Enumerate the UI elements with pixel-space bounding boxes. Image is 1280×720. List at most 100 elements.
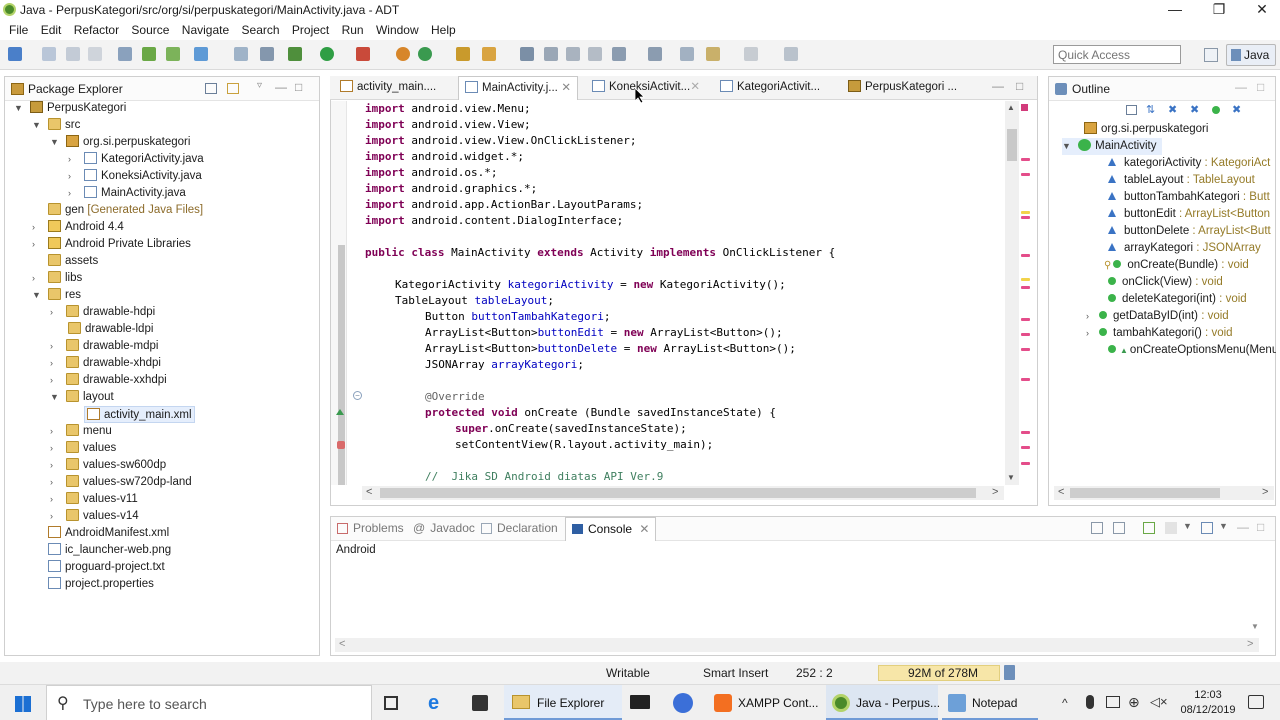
save-icon[interactable] — [42, 47, 56, 61]
maximize-button[interactable]: ❐ — [1197, 0, 1241, 20]
menu-run[interactable]: Run — [342, 20, 364, 40]
overview-marker[interactable] — [1021, 173, 1030, 176]
tree-item-drawable-xhdpi[interactable]: › drawable-xhdpi — [50, 355, 161, 372]
tree-item-proguard[interactable]: proguard-project.txt — [48, 559, 165, 576]
overview-marker[interactable] — [1021, 254, 1030, 257]
tree-item-libs[interactable]: › libs — [32, 270, 82, 287]
task-icon[interactable] — [194, 47, 208, 61]
console-horizontal-scrollbar[interactable]: < > — [335, 638, 1259, 652]
overview-marker[interactable] — [1021, 158, 1030, 161]
tree-item-package[interactable]: ▼ org.si.perpuskategori — [50, 134, 190, 151]
last-edit-icon[interactable] — [680, 47, 694, 61]
editor-vertical-scrollbar[interactable]: ▲ ▼ — [1005, 101, 1019, 485]
expand-icon[interactable]: › — [1086, 311, 1089, 321]
expand-icon[interactable]: › — [50, 440, 60, 457]
overview-marker[interactable] — [1021, 286, 1030, 289]
tree-item-project-properties[interactable]: project.properties — [48, 576, 154, 593]
tree-item-values-sw720dp[interactable]: › values-sw720dp-land — [50, 474, 192, 491]
expand-icon[interactable]: › — [50, 338, 60, 355]
show-whitespace-icon[interactable] — [588, 47, 602, 61]
tab-kategori-activity[interactable]: KategoriActivit... — [714, 76, 834, 100]
tree-item-manifest[interactable]: AndroidManifest.xml — [48, 525, 169, 542]
collapse-all-icon[interactable] — [1126, 105, 1137, 115]
print-icon[interactable] — [88, 47, 102, 61]
minimize-view-icon[interactable]: — — [1237, 520, 1249, 534]
edge-icon[interactable]: e — [428, 692, 439, 715]
mark-occurrences-icon[interactable] — [520, 47, 534, 61]
network-icon[interactable]: ⊕ — [1128, 694, 1140, 711]
expand-icon[interactable]: ▼ — [50, 134, 60, 151]
editor-hscroll-thumb[interactable] — [380, 488, 976, 498]
scroll-left-icon[interactable]: < — [366, 486, 372, 498]
tree-item-private-libs[interactable]: › Android Private Libraries — [32, 236, 191, 253]
code-field-array[interactable]: JSONArray arrayKategori; — [425, 357, 584, 373]
taskbar-xampp[interactable]: XAMPP Cont... — [708, 685, 822, 720]
maximize-view-icon[interactable]: □ — [1257, 520, 1264, 534]
error-overview-icon[interactable] — [1021, 104, 1028, 111]
minimize-editor-icon[interactable]: — — [992, 79, 1004, 93]
tree-item-drawable-mdpi[interactable]: › drawable-mdpi — [50, 338, 158, 355]
forward-icon[interactable] — [744, 47, 758, 61]
overview-marker[interactable] — [1021, 216, 1030, 219]
expand-icon[interactable]: › — [32, 236, 42, 253]
toggle-icon[interactable] — [234, 47, 248, 61]
outline-member[interactable]: › tambahKategori() : void — [1086, 325, 1233, 342]
expand-icon[interactable]: › — [50, 508, 60, 525]
view-menu-icon[interactable]: ▿ — [257, 80, 262, 91]
outline-package[interactable]: org.si.perpuskategori — [1084, 121, 1208, 138]
hide-nonpublic-icon[interactable] — [1212, 106, 1220, 114]
outline-member[interactable]: arrayKategori : JSONArray — [1108, 240, 1261, 257]
tab-console[interactable]: Console ✕ — [565, 517, 657, 541]
expand-icon[interactable]: › — [68, 185, 78, 202]
close-button[interactable]: ✕ — [1240, 0, 1280, 20]
app-icon[interactable] — [673, 693, 693, 713]
expand-icon[interactable]: › — [50, 355, 60, 372]
taskbar-notepad[interactable]: Notepad — [942, 685, 1038, 720]
tab-activity-main[interactable]: activity_main.... — [334, 76, 458, 100]
code-field-table[interactable]: TableLayout tableLayout; — [395, 293, 554, 309]
block-selection-icon[interactable] — [544, 47, 558, 61]
outline-member[interactable]: kategoriActivity : KategoriAct — [1108, 155, 1270, 172]
expand-icon[interactable]: › — [32, 270, 42, 287]
overview-marker[interactable] — [1021, 348, 1030, 351]
maximize-view-icon[interactable]: □ — [295, 80, 302, 94]
link-editor-icon[interactable] — [227, 83, 239, 94]
outline-member[interactable]: ⚲ onCreate(Bundle) : void — [1104, 257, 1249, 274]
code-field-kategori[interactable]: KategoriActivity kategoriActivity = new … — [395, 277, 786, 293]
scroll-right-icon[interactable]: > — [992, 486, 998, 498]
code-field-button[interactable]: Button buttonTambahKategori; — [425, 309, 610, 325]
lint-icon[interactable] — [166, 47, 180, 61]
search-icon[interactable] — [482, 47, 496, 61]
menu-refactor[interactable]: Refactor — [74, 20, 119, 40]
tray-chevron-icon[interactable]: ^ — [1062, 696, 1068, 710]
expand-icon[interactable]: ▼ — [32, 117, 42, 134]
sort-icon[interactable]: ⇅ — [1146, 103, 1155, 116]
sdk-icon[interactable] — [118, 47, 132, 61]
expand-icon[interactable]: ▼ — [1062, 141, 1071, 151]
taskbar-search[interactable]: ⚲ Type here to search — [46, 685, 372, 720]
expand-icon[interactable]: › — [50, 372, 60, 389]
outline-class[interactable]: ▼ MainActivity — [1062, 138, 1163, 155]
expand-icon[interactable]: ▼ — [50, 389, 60, 406]
display-console-icon[interactable] — [1165, 522, 1177, 534]
scroll-up-icon[interactable]: ▲ — [1007, 103, 1015, 112]
expand-icon[interactable]: › — [50, 423, 60, 440]
prev-annotation-icon[interactable] — [648, 47, 662, 61]
overview-marker[interactable] — [1021, 378, 1030, 381]
open-console-icon[interactable] — [1201, 522, 1213, 534]
outline-member[interactable]: tableLayout : TableLayout — [1108, 172, 1255, 189]
overview-marker[interactable] — [1021, 211, 1030, 214]
minimize-view-icon[interactable]: — — [1235, 80, 1247, 94]
tab-koneksi-activity[interactable]: KoneksiActivit... ✕ — [586, 76, 706, 100]
outline-member[interactable]: buttonDelete : ArrayList<Butt — [1108, 223, 1271, 240]
open-console-dropdown-icon[interactable]: ▼ — [1219, 521, 1228, 531]
tree-item-src[interactable]: ▼ src — [32, 117, 80, 134]
gc-trash-icon[interactable] — [1004, 665, 1015, 680]
quick-access-input[interactable] — [1053, 45, 1181, 64]
expand-icon[interactable]: › — [68, 151, 78, 168]
code-method-oncreate[interactable]: protected void onCreate (Bundle savedIns… — [425, 405, 776, 421]
hide-static-icon[interactable]: ✖ — [1190, 103, 1199, 116]
tree-item-launcher-png[interactable]: ic_launcher-web.png — [48, 542, 171, 559]
battery-icon[interactable] — [1106, 696, 1120, 708]
tree-item-main-java[interactable]: › MainActivity.java — [68, 185, 186, 202]
